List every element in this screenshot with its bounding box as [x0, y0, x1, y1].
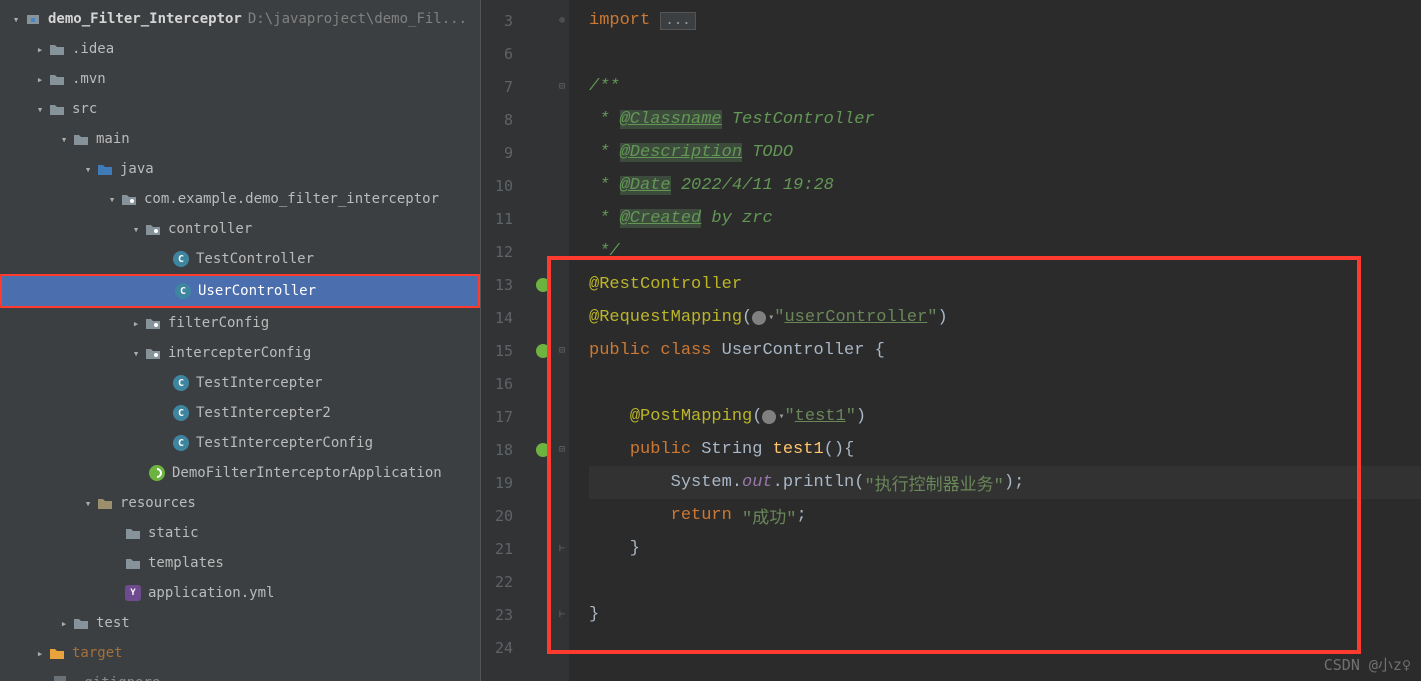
folder-icon: [72, 614, 90, 632]
spring-leaf-icon[interactable]: [536, 278, 550, 292]
editor-panel: 3 6 7 8 9 10 11 12 13 14 15 16 17 18 19 …: [481, 0, 1421, 681]
tree-folder-java[interactable]: ▾ java: [0, 154, 480, 184]
tree-file-gitignore[interactable]: .gitignore: [0, 668, 480, 681]
tree-folder-templates[interactable]: templates: [0, 548, 480, 578]
tree-folder-static[interactable]: static: [0, 518, 480, 548]
line-number[interactable]: 10: [481, 169, 531, 202]
tree-class-testinterceptor2[interactable]: C TestIntercepter2: [0, 398, 480, 428]
tree-file-yml[interactable]: Y application.yml: [0, 578, 480, 608]
line-number[interactable]: 14: [481, 301, 531, 334]
class-icon: C: [172, 434, 190, 452]
line-number[interactable]: 13: [481, 268, 531, 301]
line-number[interactable]: 16: [481, 367, 531, 400]
folder-icon: [48, 70, 66, 88]
line-number[interactable]: 23: [481, 598, 531, 631]
line-number[interactable]: 7: [481, 70, 531, 103]
chevron-right-icon[interactable]: ▸: [32, 647, 48, 660]
tree-package[interactable]: ▾ com.example.demo_filter_interceptor: [0, 184, 480, 214]
line-number[interactable]: 20: [481, 499, 531, 532]
class-icon: C: [172, 404, 190, 422]
package-icon: [120, 190, 138, 208]
yml-icon: Y: [124, 584, 142, 602]
module-icon: [24, 10, 42, 28]
line-number[interactable]: 6: [481, 37, 531, 70]
chevron-down-icon[interactable]: ▾: [8, 13, 24, 26]
tree-folder-resources[interactable]: ▾ resources: [0, 488, 480, 518]
chevron-down-icon[interactable]: ▾: [104, 193, 120, 206]
tree-class-testinterceptor[interactable]: C TestIntercepter: [0, 368, 480, 398]
chevron-down-icon[interactable]: ▾: [80, 497, 96, 510]
line-number[interactable]: 15: [481, 334, 531, 367]
line-number[interactable]: 3: [481, 4, 531, 37]
chevron-down-icon[interactable]: ▾: [128, 223, 144, 236]
tree-class-application[interactable]: DemoFilterInterceptorApplication: [0, 458, 480, 488]
tree-folder-src[interactable]: ▾ src: [0, 94, 480, 124]
chevron-right-icon[interactable]: ▸: [128, 317, 144, 330]
folder-icon: [48, 40, 66, 58]
folder-icon: [72, 130, 90, 148]
module-path: D:\javaproject\demo_Fil...: [248, 11, 467, 27]
tree-class-testinterceptorconfig[interactable]: C TestIntercepterConfig: [0, 428, 480, 458]
package-icon: [144, 344, 162, 362]
line-number[interactable]: 22: [481, 565, 531, 598]
folder-icon: [124, 524, 142, 542]
project-tree-panel: ▾ demo_Filter_Interceptor D:\javaproject…: [0, 0, 481, 681]
tree-package-interceptorconfig[interactable]: ▾ intercepterConfig: [0, 338, 480, 368]
source-folder-icon: [96, 160, 114, 178]
tree-package-filterconfig[interactable]: ▸ filterConfig: [0, 308, 480, 338]
folder-excluded-icon: [48, 644, 66, 662]
line-number[interactable]: 9: [481, 136, 531, 169]
resource-folder-icon: [96, 494, 114, 512]
chevron-right-icon[interactable]: ▸: [32, 43, 48, 56]
line-number[interactable]: 8: [481, 103, 531, 136]
chevron-down-icon[interactable]: ▾: [128, 347, 144, 360]
tree-class-testcontroller[interactable]: C TestController: [0, 244, 480, 274]
package-icon: [144, 220, 162, 238]
line-number[interactable]: 24: [481, 631, 531, 664]
fold-column[interactable]: ⊕⊟ ⊟ ⊟ ⊢⊢: [555, 0, 569, 681]
project-tree[interactable]: ▾ demo_Filter_Interceptor D:\javaproject…: [0, 0, 480, 681]
line-number[interactable]: 21: [481, 532, 531, 565]
class-icon: C: [172, 374, 190, 392]
chevron-right-icon[interactable]: ▸: [56, 617, 72, 630]
package-icon: [144, 314, 162, 332]
web-icon: [752, 311, 766, 325]
tree-module-root[interactable]: ▾ demo_Filter_Interceptor D:\javaproject…: [0, 4, 480, 34]
chevron-down-icon[interactable]: ▾: [32, 103, 48, 116]
folder-icon: [48, 100, 66, 118]
class-icon: C: [174, 282, 192, 300]
tree-folder-mvn[interactable]: ▸ .mvn: [0, 64, 480, 94]
fold-placeholder[interactable]: ...: [660, 12, 695, 30]
spring-icon: [148, 464, 166, 482]
tree-folder-test[interactable]: ▸ test: [0, 608, 480, 638]
class-icon: C: [172, 250, 190, 268]
spring-leaf-icon[interactable]: [536, 443, 550, 457]
chevron-down-icon[interactable]: ▾: [80, 163, 96, 176]
line-number[interactable]: 11: [481, 202, 531, 235]
code-area[interactable]: import ... /** * @Classname TestControll…: [569, 0, 1421, 681]
gutter-icons: [531, 0, 555, 681]
chevron-down-icon[interactable]: ▾: [56, 133, 72, 146]
line-number[interactable]: 12: [481, 235, 531, 268]
file-icon: [52, 674, 70, 681]
tree-folder-main[interactable]: ▾ main: [0, 124, 480, 154]
web-icon: [762, 410, 776, 424]
tree-class-usercontroller[interactable]: C UserController: [0, 274, 480, 308]
line-number[interactable]: 19: [481, 466, 531, 499]
tree-folder-target[interactable]: ▸ target: [0, 638, 480, 668]
spring-leaf-icon[interactable]: [536, 344, 550, 358]
watermark: CSDN @小z♀: [1324, 654, 1411, 675]
chevron-right-icon[interactable]: ▸: [32, 73, 48, 86]
folder-icon: [124, 554, 142, 572]
gutter[interactable]: 3 6 7 8 9 10 11 12 13 14 15 16 17 18 19 …: [481, 0, 531, 681]
line-number[interactable]: 17: [481, 400, 531, 433]
tree-folder-idea[interactable]: ▸ .idea: [0, 34, 480, 64]
line-number[interactable]: 18: [481, 433, 531, 466]
module-name: demo_Filter_Interceptor: [48, 11, 242, 27]
tree-package-controller[interactable]: ▾ controller: [0, 214, 480, 244]
